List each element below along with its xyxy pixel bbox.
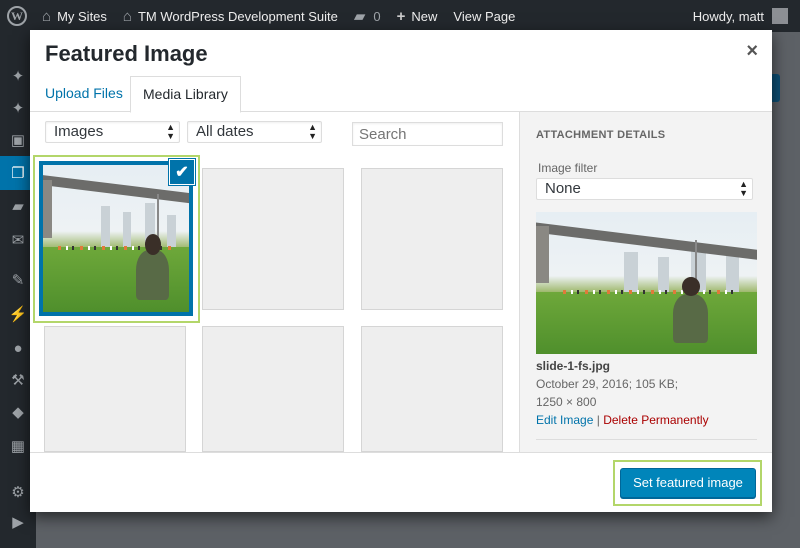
collapse-menu-icon[interactable]: ▶ bbox=[8, 512, 28, 532]
image-filter-select[interactable]: None ▲ ▼ bbox=[536, 178, 753, 200]
photo-park-image bbox=[536, 212, 757, 354]
image-filter-label: Image filter bbox=[538, 161, 598, 175]
media-type-filter[interactable]: Images ▲ ▼ bbox=[45, 121, 180, 143]
new-label: New bbox=[411, 8, 438, 24]
avatar bbox=[772, 8, 788, 24]
wordpress-logo-button[interactable]: W bbox=[0, 0, 34, 32]
comments-count: 0 bbox=[373, 8, 381, 24]
attachment-details-sidebar: ATTACHMENT DETAILS Image filter None ▲ ▼ … bbox=[519, 112, 772, 452]
plus-icon: + bbox=[396, 7, 406, 25]
comments-icon[interactable]: ▰ bbox=[8, 196, 28, 216]
select-arrows-icon: ▲ ▼ bbox=[166, 122, 175, 141]
plugins-icon[interactable]: ⚡ bbox=[8, 304, 28, 324]
link-separator: | bbox=[596, 413, 600, 427]
edit-image-link[interactable]: Edit Image bbox=[536, 413, 593, 427]
set-featured-image-button[interactable]: Set featured image bbox=[620, 468, 756, 498]
media-type-value: Images bbox=[54, 123, 104, 140]
site-name-label: TM WordPress Development Suite bbox=[137, 8, 338, 24]
attachment-preview bbox=[536, 212, 757, 354]
delete-permanently-link[interactable]: Delete Permanently bbox=[603, 413, 708, 427]
details-divider bbox=[536, 439, 757, 440]
account-menu[interactable]: Howdy, matt bbox=[685, 0, 800, 32]
view-page-link[interactable]: View Page bbox=[445, 0, 523, 32]
date-filter[interactable]: All dates ▲ ▼ bbox=[187, 121, 322, 143]
tab-upload-files[interactable]: Upload Files bbox=[33, 76, 135, 113]
search-input[interactable] bbox=[352, 122, 503, 146]
image-filter-value: None bbox=[545, 180, 581, 197]
featured-image-modal: Featured Image × Upload Files Media Libr… bbox=[30, 30, 772, 512]
select-arrows-icon: ▲ ▼ bbox=[739, 179, 748, 198]
modal-title: Featured Image bbox=[45, 41, 208, 66]
media-icon[interactable]: ▣ bbox=[8, 130, 28, 150]
comments-menu[interactable]: ▰ 0 bbox=[346, 0, 389, 32]
appearance-icon[interactable]: ✎ bbox=[8, 270, 28, 290]
attachment-thumbnail-selected[interactable] bbox=[39, 161, 193, 316]
attachment-details-heading: ATTACHMENT DETAILS bbox=[536, 129, 666, 141]
attachment-filename: slide-1-fs.jpg bbox=[536, 359, 611, 373]
my-sites-label: My Sites bbox=[57, 8, 107, 24]
attachment-thumbnail[interactable] bbox=[202, 168, 344, 310]
my-sites-menu[interactable]: ⌂ My Sites bbox=[34, 0, 115, 32]
view-page-label: View Page bbox=[453, 8, 516, 24]
wordpress-icon: W bbox=[7, 6, 27, 26]
attachment-thumbnail[interactable] bbox=[361, 168, 503, 310]
pin-icon[interactable]: ✦ bbox=[8, 66, 28, 86]
modal-tabs: Upload Files Media Library bbox=[30, 74, 772, 113]
site-name-menu[interactable]: ⌂ TM WordPress Development Suite bbox=[115, 0, 346, 32]
new-content-menu[interactable]: + New bbox=[389, 0, 446, 32]
users-icon[interactable]: ● bbox=[8, 338, 28, 358]
attachment-thumbnail[interactable] bbox=[202, 326, 344, 452]
close-icon[interactable]: × bbox=[746, 40, 758, 63]
selected-check-icon[interactable]: ✔ bbox=[170, 160, 194, 184]
comment-icon: ▰ bbox=[353, 8, 366, 25]
admin-bar: W ⌂ My Sites ⌂ TM WordPress Development … bbox=[0, 0, 800, 32]
attachment-date-size: October 29, 2016; 105 KB; bbox=[536, 377, 679, 391]
settings-icon[interactable]: ▦ bbox=[8, 436, 28, 456]
attachment-thumbnail[interactable] bbox=[361, 326, 503, 452]
tools-icon[interactable]: ⚒ bbox=[8, 370, 28, 390]
pages-icon[interactable]: ❐ bbox=[8, 163, 28, 183]
photo-park-image bbox=[43, 165, 189, 312]
attachment-dimensions: 1250 × 800 bbox=[536, 395, 597, 409]
attachment-thumbnail[interactable] bbox=[44, 326, 186, 452]
date-filter-value: All dates bbox=[196, 123, 254, 140]
tab-media-library[interactable]: Media Library bbox=[130, 76, 241, 113]
gear-icon[interactable]: ⚙ bbox=[8, 482, 28, 502]
pin-icon[interactable]: ✦ bbox=[8, 98, 28, 118]
sites-icon: ⌂ bbox=[42, 7, 52, 25]
home-icon: ⌂ bbox=[122, 7, 132, 25]
attachment-actions: Edit Image | Delete Permanently bbox=[536, 413, 709, 427]
plugin-addon-icon[interactable]: ◆ bbox=[8, 402, 28, 422]
greeting-label: Howdy, matt bbox=[692, 8, 764, 24]
mail-icon[interactable]: ✉ bbox=[8, 230, 28, 250]
select-arrows-icon: ▲ ▼ bbox=[308, 122, 317, 141]
